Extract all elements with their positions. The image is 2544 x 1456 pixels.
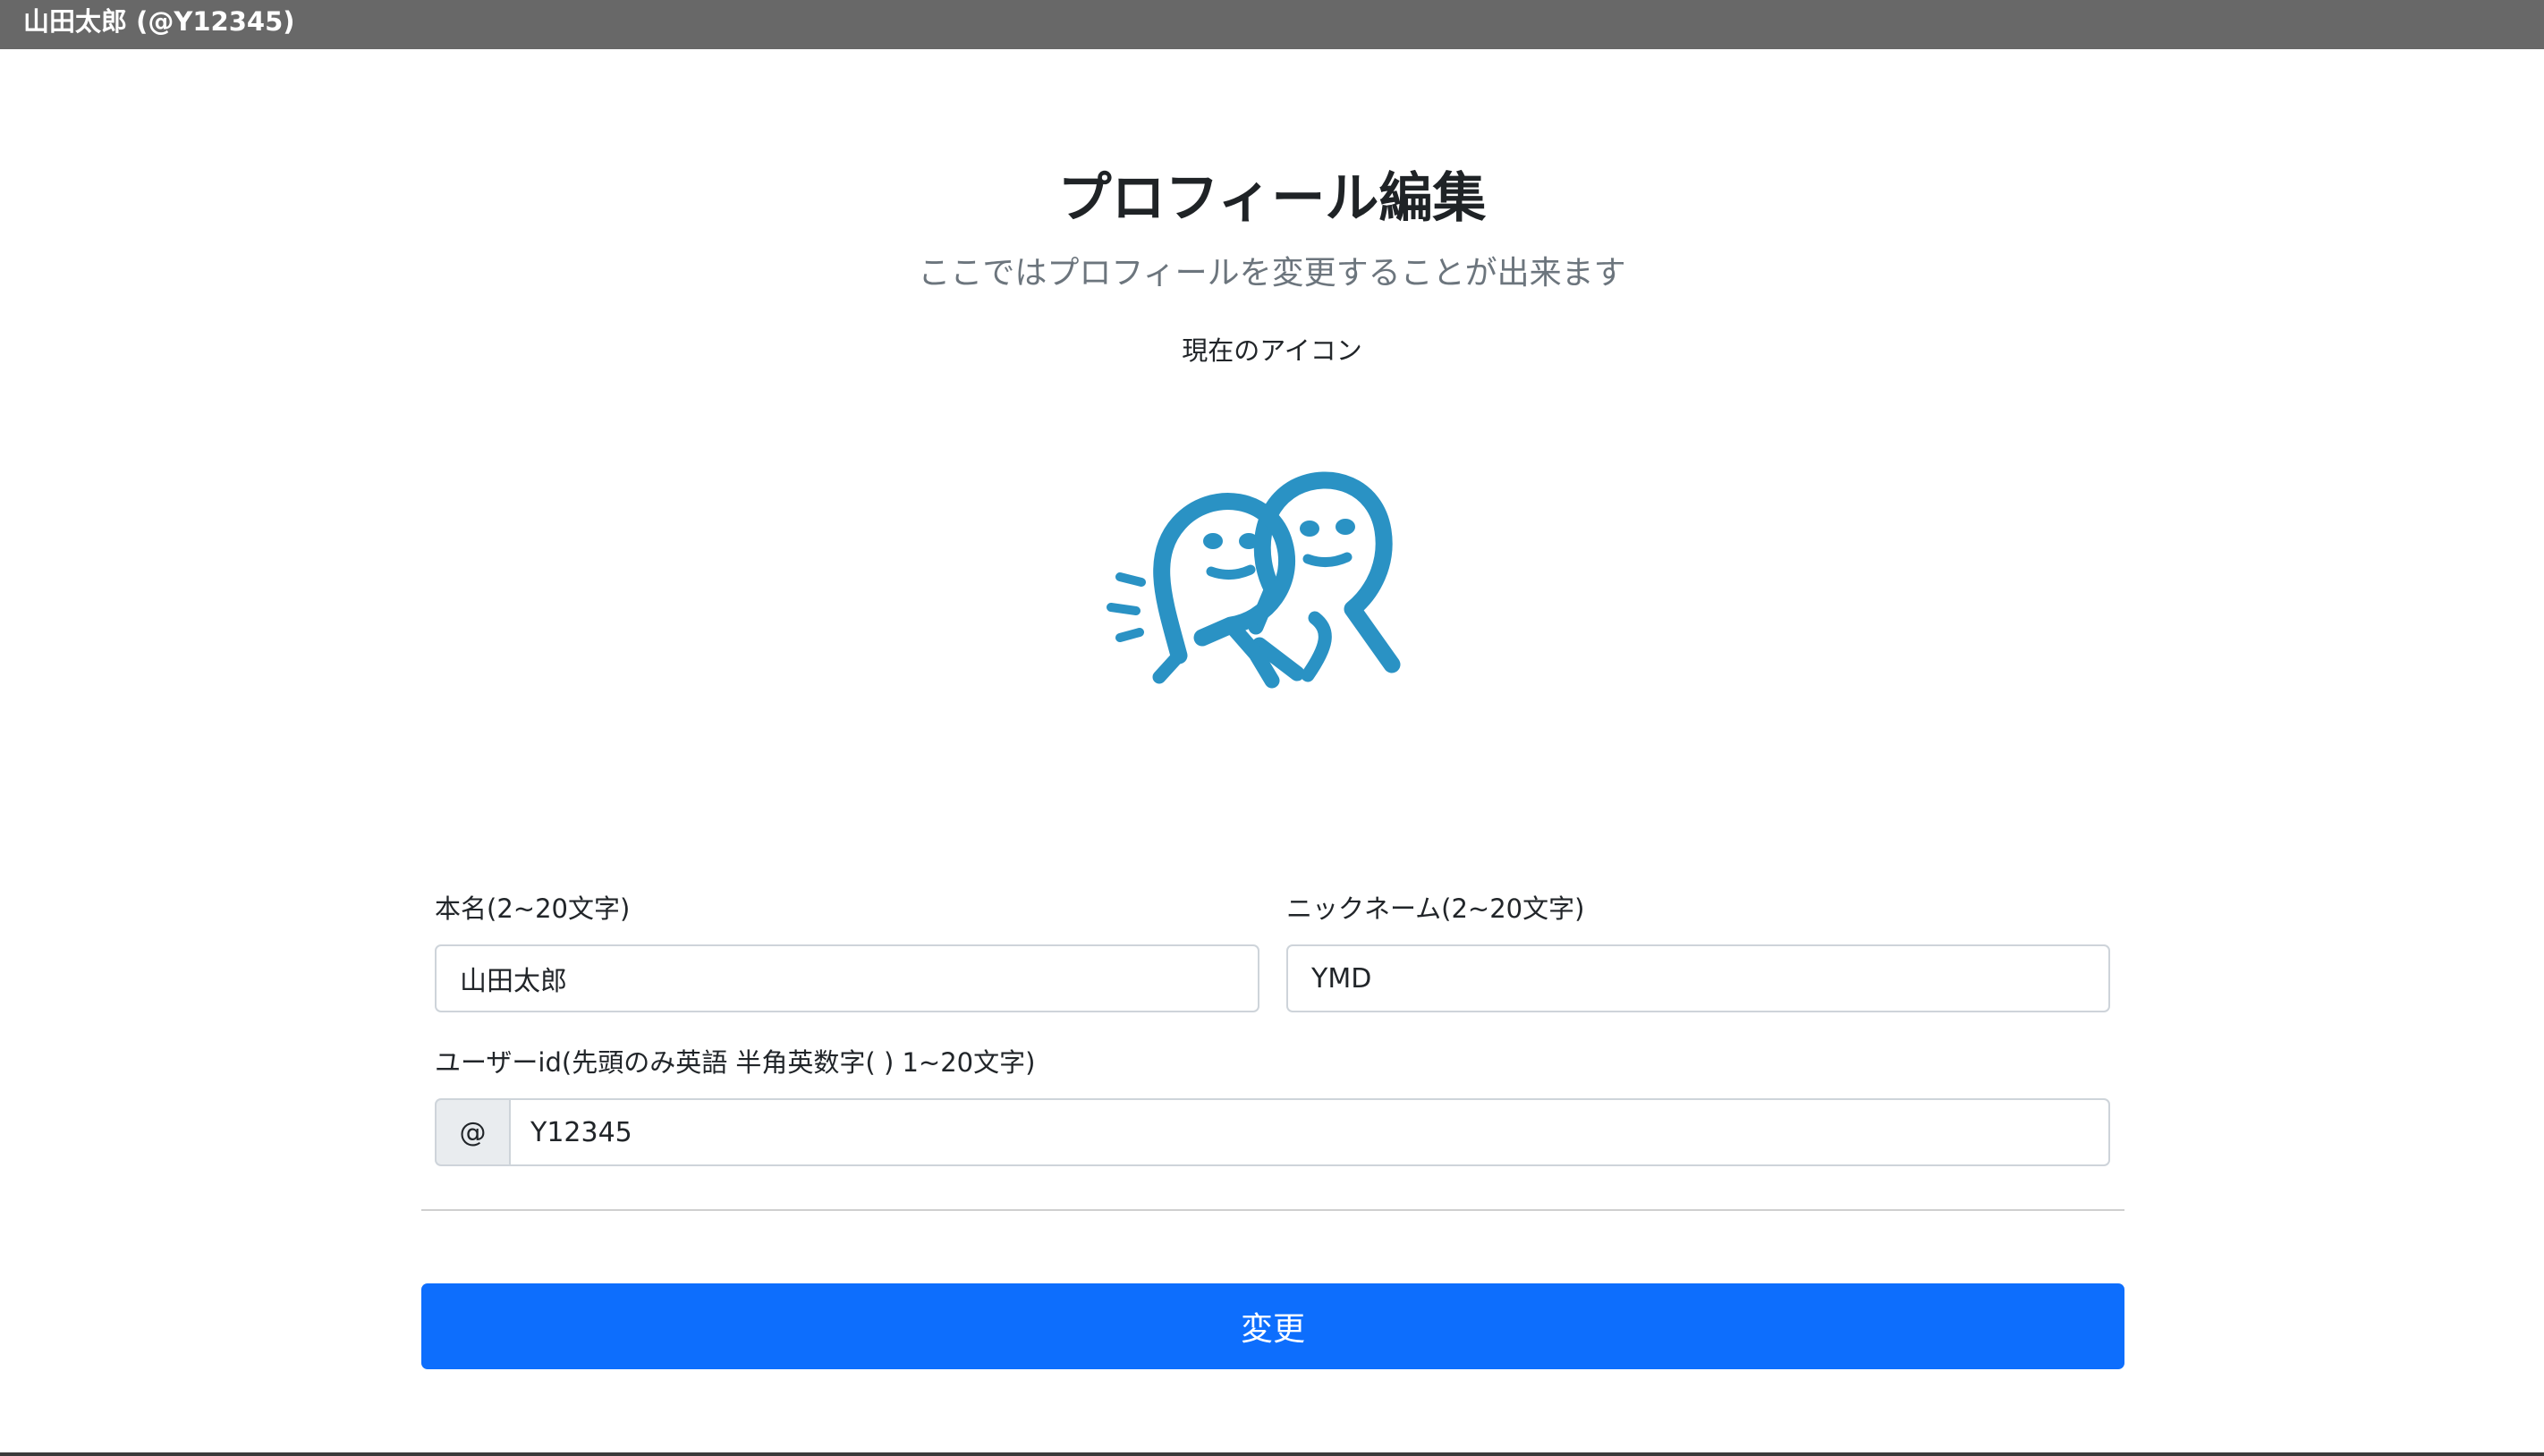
page-title: プロフィール編集: [1057, 167, 1487, 230]
avatar: [1097, 459, 1453, 700]
real-name-input[interactable]: [435, 944, 1259, 1012]
user-id-label: ユーザーid(先頭のみ英語 半角英数字( ) 1~20文字): [435, 1047, 1036, 1078]
user-label: 山田太郎 (@Y12345): [23, 6, 295, 37]
top-bar: 山田太郎 (@Y12345): [0, 0, 2544, 49]
page-subtitle: ここではプロフィールを変更することが出来ます: [918, 255, 1626, 292]
change-button[interactable]: 変更: [421, 1283, 2124, 1369]
nickname-label: ニックネーム(2~20文字): [1286, 893, 1585, 924]
user-id-input[interactable]: [509, 1098, 2110, 1166]
real-name-label: 本名(2~20文字): [435, 893, 631, 924]
two-smiling-figures-icon: [1107, 471, 1401, 689]
nickname-input[interactable]: [1286, 944, 2110, 1012]
bottom-edge: [0, 1452, 2544, 1456]
at-prefix: @: [435, 1098, 509, 1166]
current-icon-caption: 現在のアイコン: [1182, 335, 1362, 366]
divider: [421, 1209, 2124, 1211]
user-id-input-group: @: [435, 1098, 2110, 1166]
